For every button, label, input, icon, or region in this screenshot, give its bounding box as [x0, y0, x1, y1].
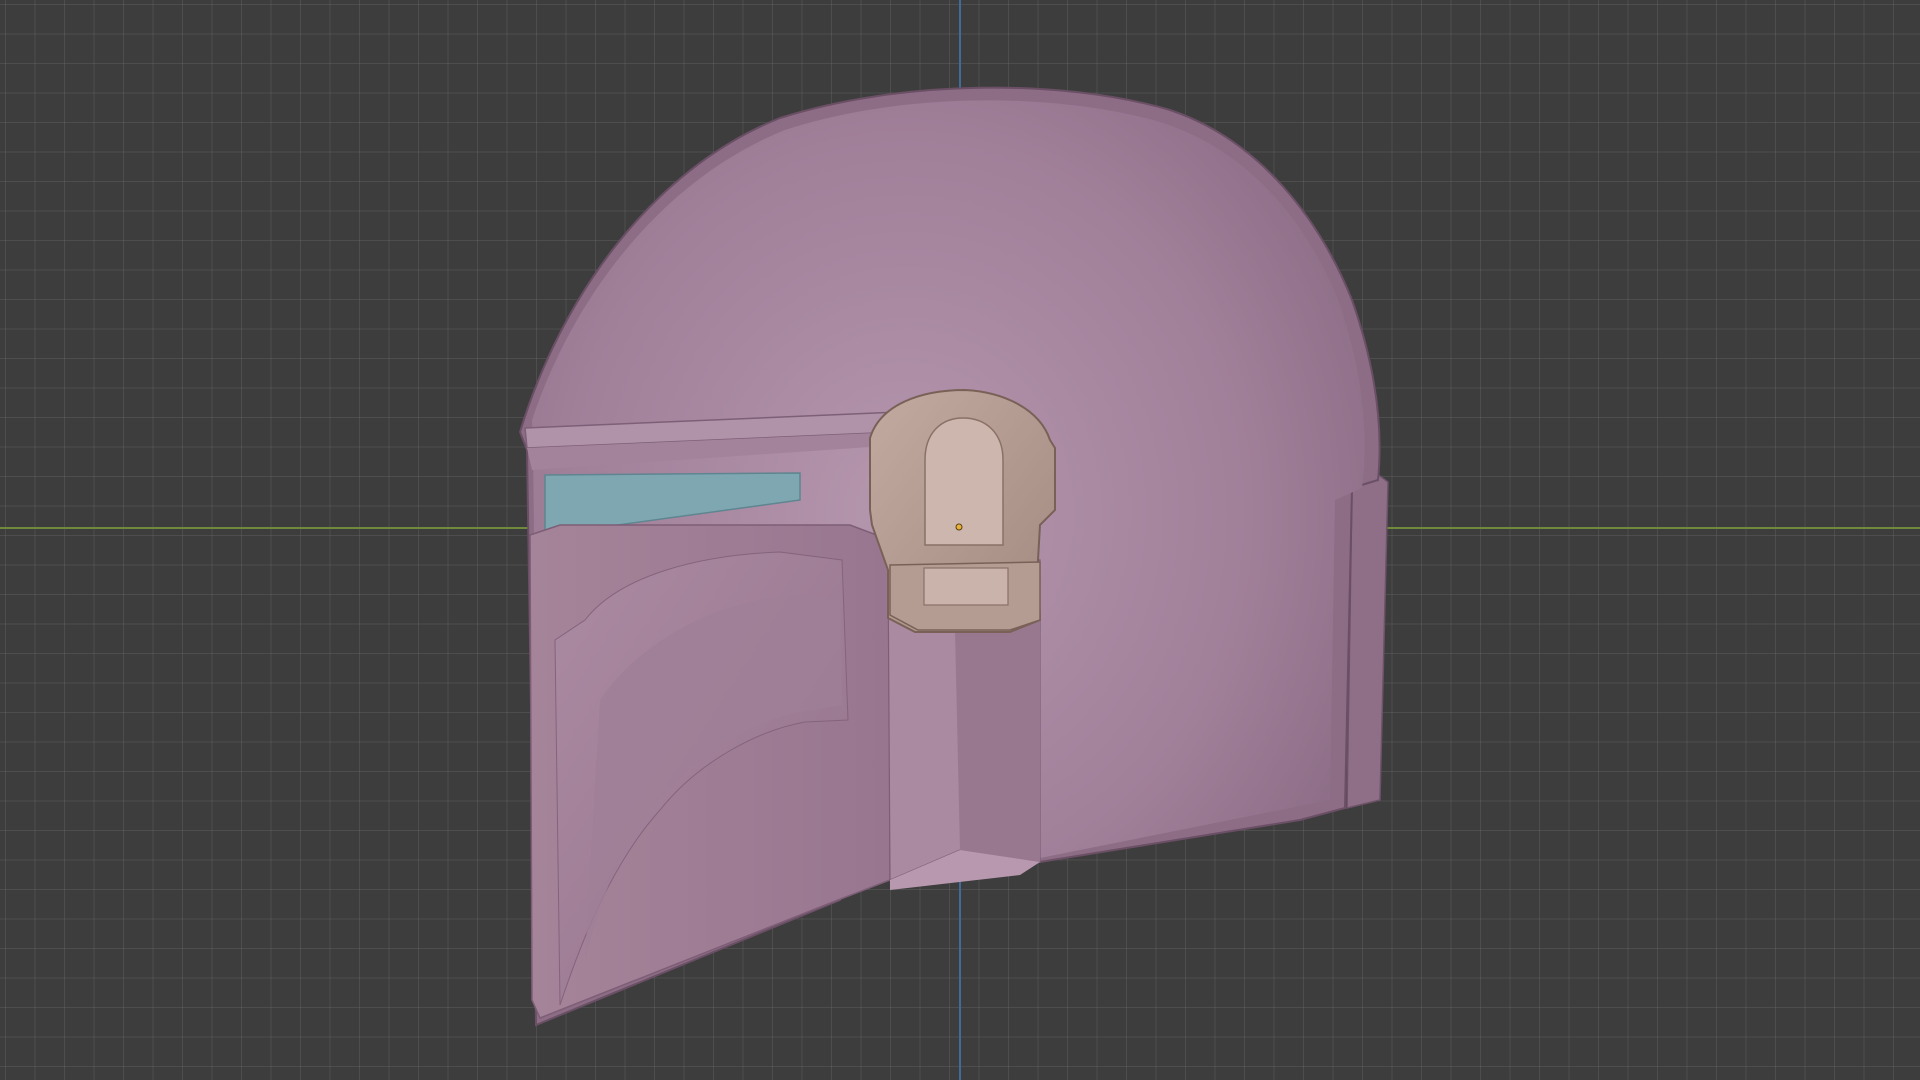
rear-fin[interactable] — [1346, 469, 1389, 809]
origin-point[interactable] — [955, 523, 963, 531]
3d-viewport[interactable] — [0, 0, 1920, 1080]
ear-piece-inner[interactable] — [924, 417, 1004, 546]
helmet-model[interactable] — [0, 0, 1920, 1080]
